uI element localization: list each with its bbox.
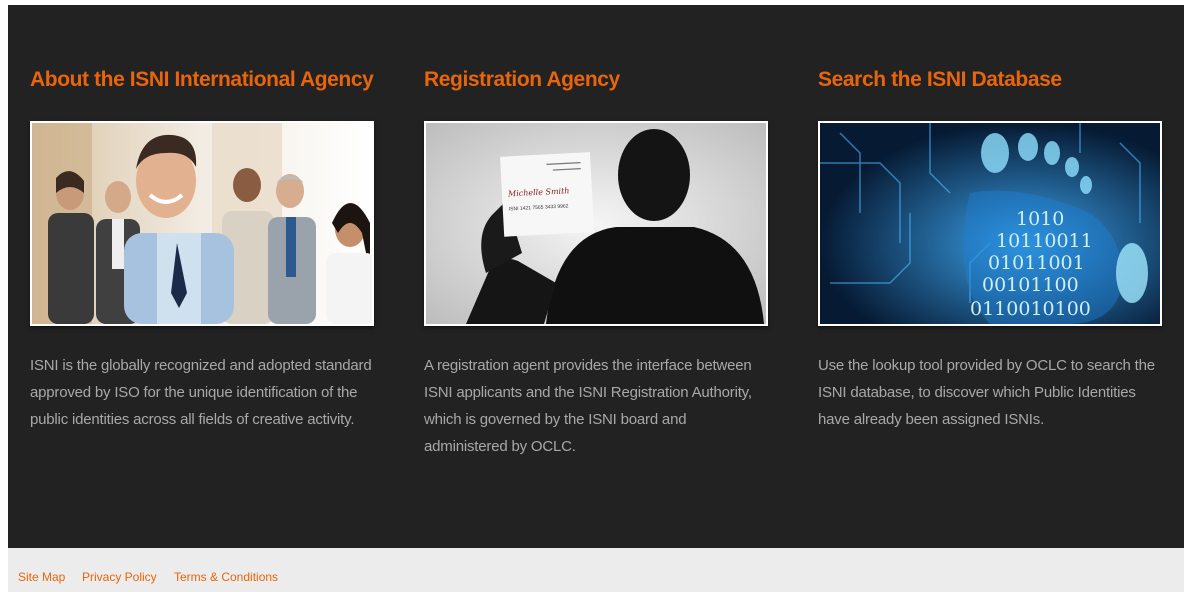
footer-link-privacy-policy[interactable]: Privacy Policy (82, 570, 157, 584)
svg-text:0110010100: 0110010100 (970, 298, 1091, 320)
business-card-image[interactable]: Michelle Smith ISNI 1421 7565 3433 9962 (424, 121, 768, 326)
business-card: Michelle Smith ISNI 1421 7565 3433 9962 (500, 152, 595, 237)
footer-link-site-map[interactable]: Site Map (18, 570, 65, 584)
svg-text:01011001: 01011001 (988, 252, 1085, 274)
main-section: About the ISNI International Agency ISNI… (8, 5, 1184, 548)
about-description: ISNI is the globally recognized and adop… (30, 357, 372, 428)
person-woman-right (326, 203, 372, 324)
registration-description: A registration agent provides the interf… (424, 357, 752, 455)
search-description: Use the lookup tool provided by OCLC to … (818, 357, 1155, 428)
digital-footprint-image[interactable]: 1010 10110011 01011001 00101100 01100101… (818, 121, 1162, 326)
business-team-image[interactable] (30, 121, 374, 326)
search-heading[interactable]: Search the ISNI Database (818, 68, 1062, 92)
about-heading[interactable]: About the ISNI International Agency (30, 68, 374, 92)
svg-text:10110011: 10110011 (996, 230, 1093, 252)
footer: Site Map Privacy Policy Terms & Conditio… (8, 548, 1184, 592)
svg-text:00101100: 00101100 (982, 274, 1079, 296)
svg-text:1010: 1010 (1016, 208, 1064, 230)
footer-link-terms-conditions[interactable]: Terms & Conditions (174, 570, 278, 584)
registration-heading[interactable]: Registration Agency (424, 68, 620, 92)
